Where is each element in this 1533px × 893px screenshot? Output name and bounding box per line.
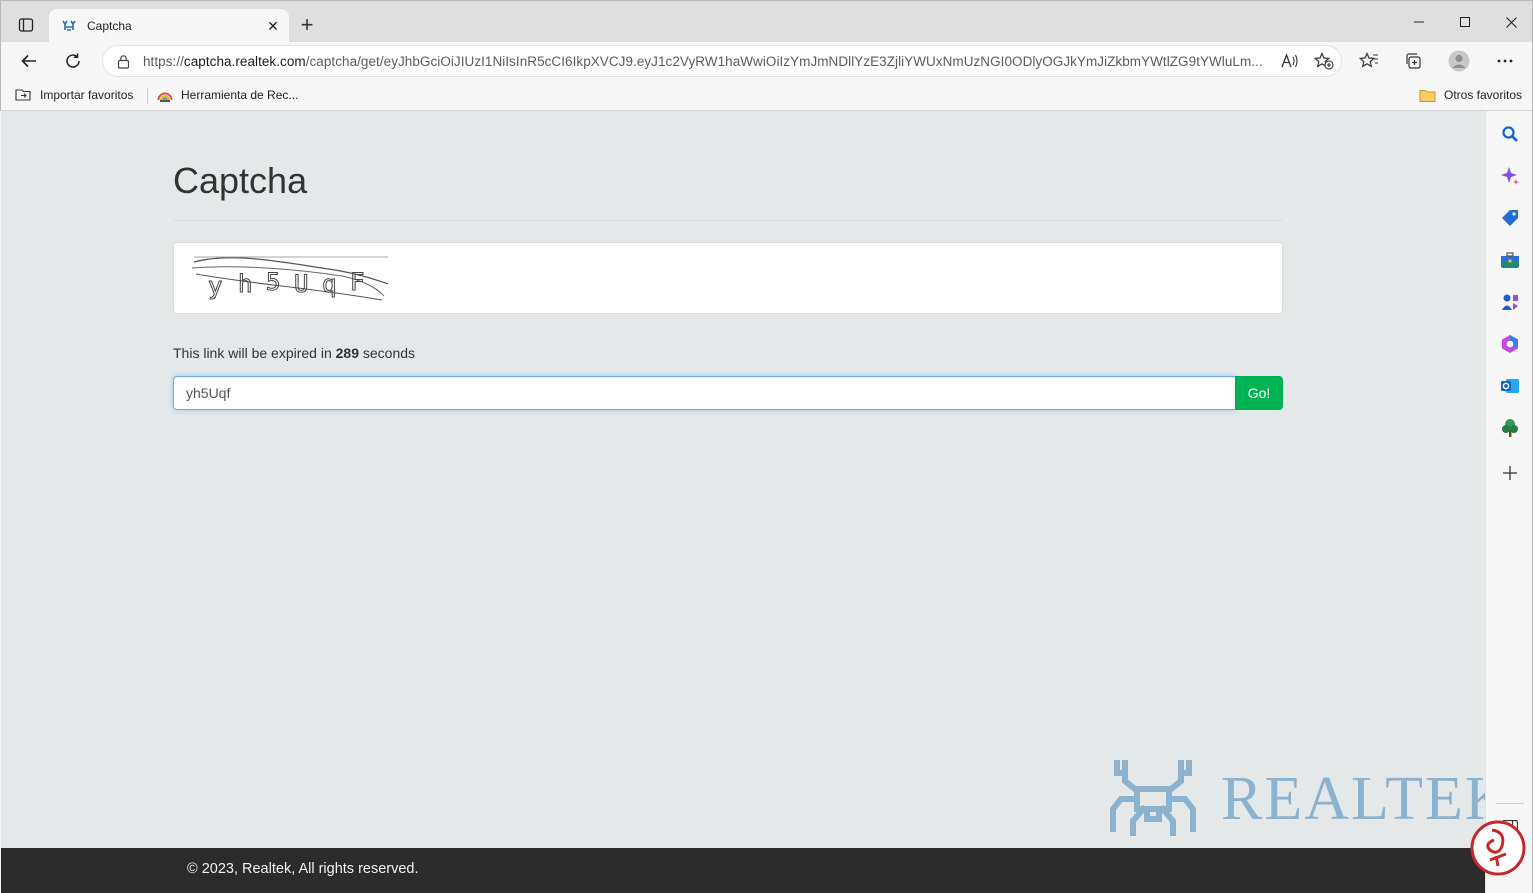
games-icon [1502,294,1518,310]
captcha-char: q [322,270,336,298]
realtek-favicon-icon [62,20,76,31]
page-header: Captcha [173,159,1283,221]
captcha-char: U [294,270,308,298]
office-icon [1502,335,1518,353]
browser-toolbar: https://captcha.realtek.com/captcha/get/… [0,42,1533,80]
tab-captcha[interactable]: Captcha ✕ [49,9,289,43]
add-favorite-button[interactable] [1307,47,1341,75]
settings-menu-button[interactable] [1490,46,1520,76]
address-bar[interactable]: https://captcha.realtek.com/captcha/get/… [102,45,1342,77]
captcha-char: h [238,270,252,298]
lock-icon[interactable] [103,54,143,69]
captcha-char: y [208,272,222,300]
collections-icon [1406,53,1421,69]
page-footer: © 2023, Realtek, All rights reserved. [1,848,1485,893]
bookmark-separator [147,88,148,104]
sidebar-tools-button[interactable] [1496,246,1524,274]
tab-actions-button[interactable] [11,11,41,39]
close-icon [1505,16,1517,28]
minimize-icon [1414,21,1424,23]
tree-icon [1502,419,1518,437]
star-add-icon [1314,52,1334,70]
profile-button[interactable] [1444,46,1474,76]
sidebar-tree-button[interactable] [1496,414,1524,442]
url-host: captcha.realtek.com [183,53,306,69]
sidebar-games-button[interactable] [1496,288,1524,316]
more-dots-icon [1497,59,1513,63]
page-content: Captcha y h 5 U q F This link will be ex… [1,111,1485,848]
folder-icon [1419,88,1436,103]
search-icon [1502,126,1518,142]
realtek-crab-logo-icon [1110,760,1196,836]
watermark-logo-icon [1470,820,1526,876]
bookmark-label: Herramienta de Rec... [181,88,299,102]
page-title: Captcha [173,160,308,201]
go-button[interactable]: Go! [1235,376,1283,410]
tab-strip: Captcha ✕ + [0,0,1533,43]
favorites-button[interactable] [1354,46,1384,76]
sidebar-office-button[interactable] [1496,330,1524,358]
expiry-suffix: seconds [358,345,416,361]
copilot-icon [1501,167,1519,185]
bookmark-import-favorites[interactable]: Importar favoritos [15,84,133,106]
edge-sidebar [1485,111,1533,893]
expiry-prefix: This link will be expired in [173,345,336,361]
url-text[interactable]: https://captcha.realtek.com/captcha/get/… [143,54,1273,69]
copyright-text: © 2023, Realtek, All rights reserved. [187,861,419,877]
favorites-star-icon [1359,52,1378,68]
expiry-seconds: 289 [335,345,359,361]
rainbow-tool-icon [157,87,173,103]
realtek-wordmark: REALTEK [1221,765,1485,833]
shopping-tag-icon [1502,210,1518,226]
bookmarks-bar: Importar favoritos Herramienta de Rec...… [0,80,1533,111]
outlook-icon [1501,379,1519,393]
sidebar-search-button[interactable] [1496,120,1524,148]
other-favorites-label: Otros favoritos [1444,88,1523,102]
read-aloud-icon [1281,53,1298,68]
captcha-image: y h 5 U q F [192,256,388,301]
back-arrow-icon [21,54,36,68]
captcha-char: 5 [266,268,280,296]
maximize-icon [1460,17,1470,27]
new-tab-button[interactable]: + [295,11,319,39]
expiry-text: This link will be expired in 289 seconds [173,345,415,361]
tab-close-button[interactable]: ✕ [259,12,287,40]
bookmark-recovery-tool[interactable]: Herramienta de Rec... [157,84,298,106]
captcha-input-group: Go! [173,376,1283,410]
read-aloud-button[interactable] [1273,47,1307,75]
maximize-button[interactable] [1442,7,1488,37]
realtek-logo: REALTEK [1103,759,1485,837]
window-close-button[interactable] [1488,7,1533,37]
tab-title: Captcha [87,19,132,33]
tools-briefcase-icon [1501,252,1519,268]
url-scheme: https:// [143,53,184,69]
captcha-char: F [350,268,364,296]
captcha-panel: y h 5 U q F [173,242,1283,314]
minimize-button[interactable] [1396,7,1442,37]
refresh-icon [66,53,80,68]
sidebar-outlook-button[interactable] [1496,372,1524,400]
sidebar-add-button[interactable] [1496,459,1524,487]
collections-button[interactable] [1398,46,1428,76]
back-button[interactable] [14,46,44,76]
sidebar-shopping-button[interactable] [1496,204,1524,232]
import-icon [15,87,32,103]
sidebar-copilot-button[interactable] [1496,162,1524,190]
add-icon [1503,466,1517,480]
sidebar-separator [1496,803,1524,804]
avatar-icon [1448,50,1470,72]
captcha-input[interactable] [173,376,1235,410]
bookmark-label: Importar favoritos [40,88,134,102]
refresh-button[interactable] [58,46,88,76]
tab-actions-icon [18,18,34,32]
url-path: /captcha/get/eyJhbGciOiJIUzI1NiIsInR5cCI… [305,53,1263,69]
other-favorites-folder[interactable]: Otros favoritos [1419,84,1522,106]
